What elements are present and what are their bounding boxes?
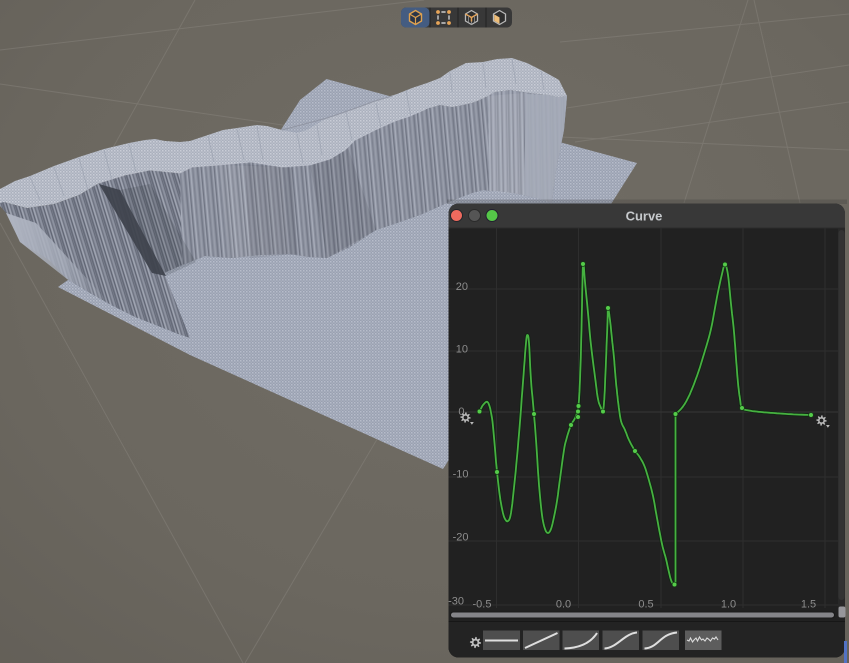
svg-text:10: 10 [456, 344, 468, 356]
svg-text:-10: -10 [453, 469, 469, 481]
svg-text:0.0: 0.0 [556, 599, 571, 611]
svg-text:1.5: 1.5 [801, 599, 816, 611]
svg-text:Curve: Curve [626, 209, 663, 224]
svg-text:0.5: 0.5 [638, 599, 653, 611]
svg-text:20: 20 [456, 281, 468, 293]
svg-text:1.0: 1.0 [721, 599, 736, 611]
svg-text:-30: -30 [448, 596, 464, 608]
svg-text:-20: -20 [453, 532, 469, 544]
svg-text:-0.5: -0.5 [473, 599, 492, 611]
